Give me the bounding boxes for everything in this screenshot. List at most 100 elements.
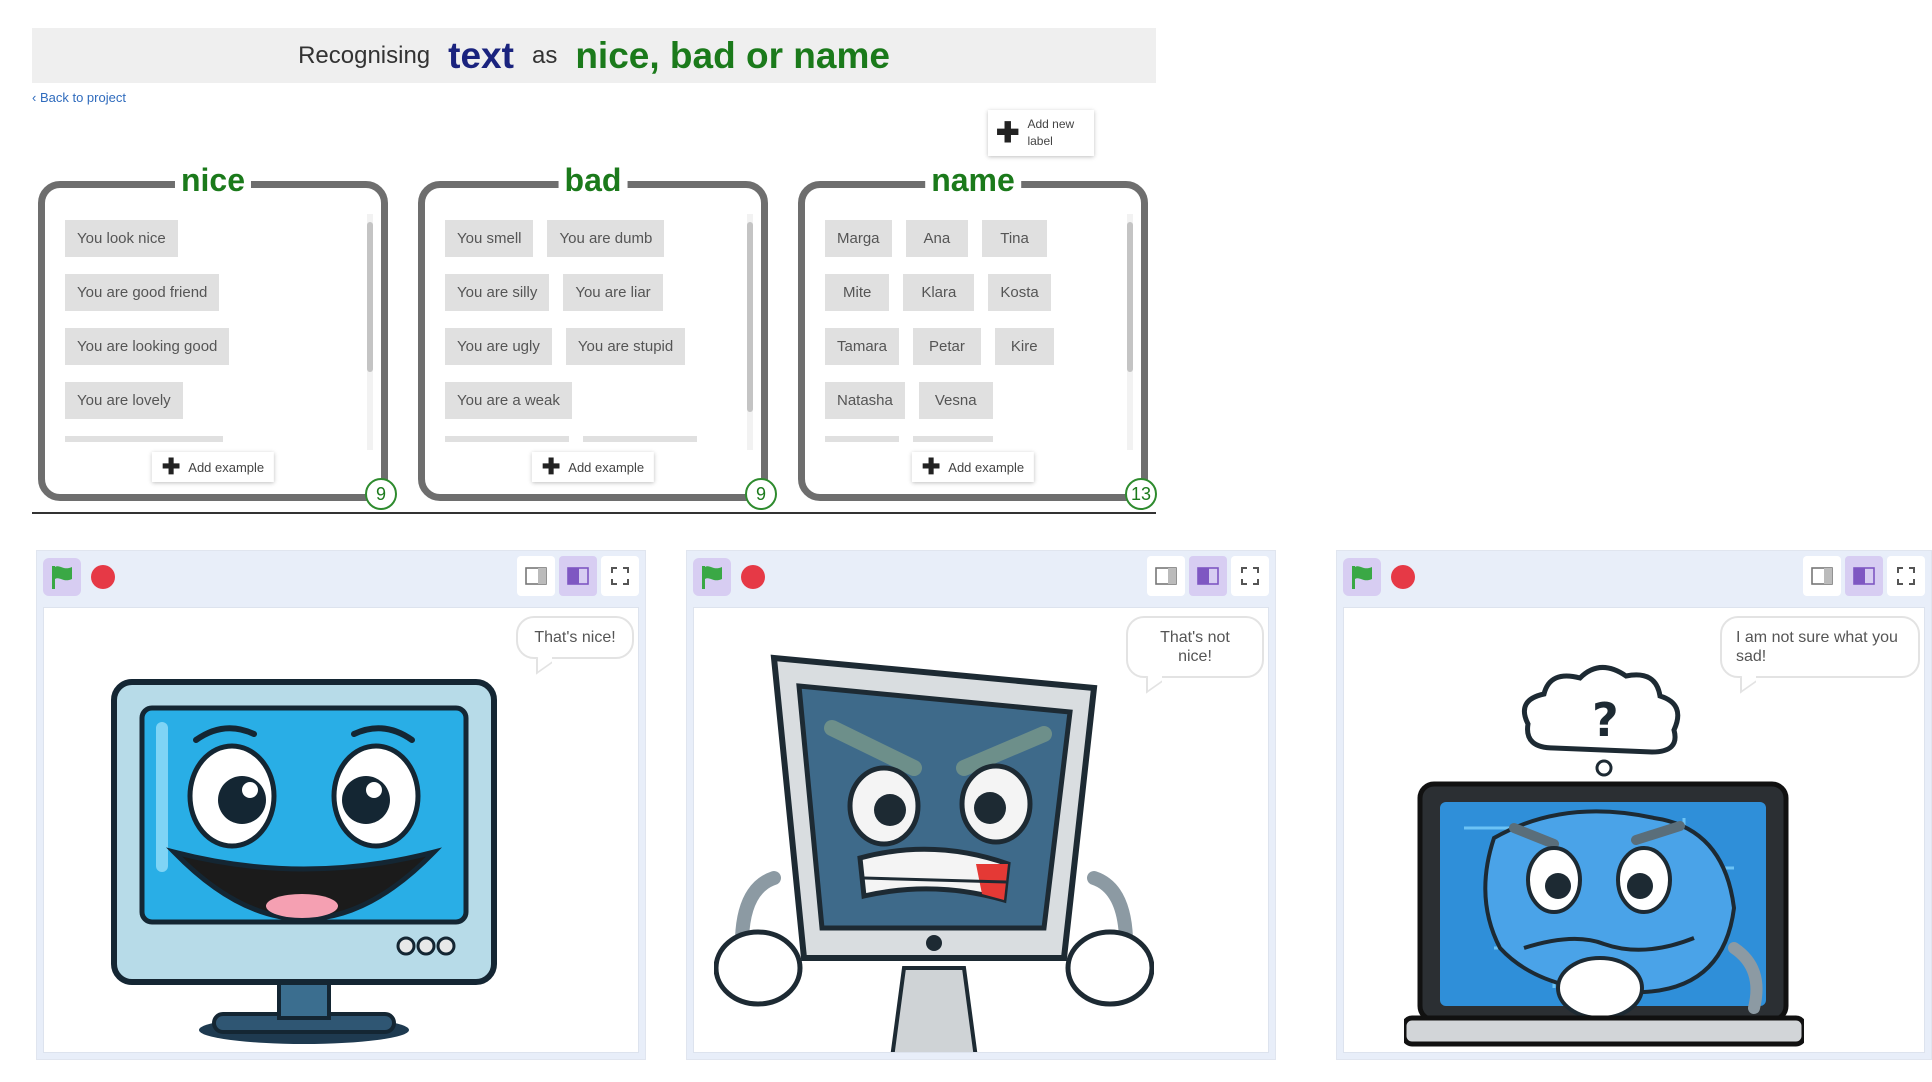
green-flag-button[interactable] xyxy=(1343,558,1381,596)
bucket-bad: bad You smell You are dumb You are silly… xyxy=(418,162,777,510)
add-new-label-button[interactable]: ✚ Add new label xyxy=(988,110,1094,156)
example-chip[interactable]: Ana xyxy=(905,220,969,257)
small-stage-button[interactable] xyxy=(1803,556,1841,596)
scrollbar[interactable] xyxy=(747,214,753,450)
title-data-type: text xyxy=(448,34,514,76)
example-chip[interactable]: Tina xyxy=(982,220,1047,257)
panel-divider xyxy=(32,512,1156,514)
bucket-name: name Marga Ana Tina Mite Klara Kosta Tam… xyxy=(798,162,1157,510)
example-count-badge: 9 xyxy=(365,478,397,510)
plus-icon: ✚ xyxy=(921,454,941,479)
example-chip[interactable]: You are lovely xyxy=(65,382,183,419)
scrollbar-thumb[interactable] xyxy=(367,222,373,372)
example-chip[interactable]: Kosta xyxy=(988,274,1051,311)
add-example-button[interactable]: ✚ Add example xyxy=(911,452,1035,482)
green-flag-button[interactable] xyxy=(693,558,731,596)
example-chip[interactable]: Natasha xyxy=(825,382,905,419)
normal-stage-icon xyxy=(567,567,589,585)
green-flag-button[interactable] xyxy=(43,558,81,596)
fullscreen-button[interactable] xyxy=(601,556,639,596)
bucket-title: name xyxy=(925,162,1021,199)
example-chip[interactable]: Mite xyxy=(825,274,890,311)
normal-stage-icon xyxy=(1853,567,1875,585)
normal-stage-icon xyxy=(1197,567,1219,585)
add-example-button[interactable]: ✚ Add example xyxy=(531,452,655,482)
fullscreen-icon xyxy=(1897,567,1915,585)
example-chip[interactable]: You are liar xyxy=(563,274,663,311)
stage-canvas[interactable]: I am not sure what you sad! ? xyxy=(1343,607,1925,1053)
example-chip[interactable]: You are dumb xyxy=(547,220,665,257)
example-chip[interactable]: Marga xyxy=(825,220,892,257)
speech-bubble: That's nice! xyxy=(516,616,634,660)
stop-button[interactable] xyxy=(1391,565,1415,589)
title-bar: Recognising text as nice, bad or name xyxy=(32,28,1156,83)
fullscreen-icon xyxy=(611,567,629,585)
happy-monitor-sprite xyxy=(111,679,497,1044)
example-chip[interactable]: You are looking good xyxy=(65,328,230,365)
example-chip[interactable]: You are ugly xyxy=(445,328,552,365)
fullscreen-icon xyxy=(1241,567,1259,585)
stop-button[interactable] xyxy=(91,565,115,589)
example-chip[interactable] xyxy=(445,436,569,442)
small-stage-button[interactable] xyxy=(1147,556,1185,596)
green-flag-icon xyxy=(1352,566,1372,589)
example-chip[interactable]: You are good friend xyxy=(65,274,220,311)
example-chip[interactable]: You look nice xyxy=(65,220,178,257)
add-example-text: Add example xyxy=(948,459,1025,475)
example-chip[interactable] xyxy=(825,436,899,442)
stage-size-controls xyxy=(1803,556,1925,596)
add-example-text: Add example xyxy=(568,459,645,475)
green-flag-icon xyxy=(702,566,722,589)
stop-button[interactable] xyxy=(741,565,765,589)
example-chip[interactable]: You are stupid xyxy=(565,328,686,365)
example-chip[interactable]: Klara xyxy=(903,274,975,311)
plus-icon: ✚ xyxy=(161,454,181,479)
small-stage-button[interactable] xyxy=(517,556,555,596)
add-example-button[interactable]: ✚ Add example xyxy=(151,452,275,482)
stage-size-controls xyxy=(1147,556,1269,596)
fullscreen-button[interactable] xyxy=(1887,556,1925,596)
plus-icon: ✚ xyxy=(541,454,561,479)
scrollbar-thumb[interactable] xyxy=(747,222,753,412)
example-chip[interactable]: Kire xyxy=(994,328,1054,365)
example-chip[interactable]: You are a weak xyxy=(445,382,572,419)
title-prefix: Recognising xyxy=(298,41,431,69)
example-count-badge: 9 xyxy=(745,478,777,510)
example-count-badge: 13 xyxy=(1125,478,1157,510)
green-flag-icon xyxy=(52,566,72,589)
example-chip[interactable]: You smell xyxy=(445,220,534,257)
bucket-nice: nice You look nice You are good friend Y… xyxy=(38,162,397,510)
scrollbar[interactable] xyxy=(367,214,373,450)
stage-confused: I am not sure what you sad! ? xyxy=(1336,550,1932,1060)
plus-icon: ✚ xyxy=(996,117,1020,148)
normal-stage-button[interactable] xyxy=(1845,556,1883,596)
scrollbar[interactable] xyxy=(1127,214,1133,450)
example-chip[interactable] xyxy=(65,436,223,442)
angry-monitor-sprite xyxy=(714,654,1154,1052)
stage-canvas[interactable]: That's nice! xyxy=(43,607,639,1053)
add-example-text: Add example xyxy=(188,459,265,475)
stage-canvas[interactable]: That's not nice! xyxy=(693,607,1269,1053)
example-chip[interactable] xyxy=(913,436,993,442)
scrollbar-thumb[interactable] xyxy=(1127,222,1133,372)
bucket-title: bad xyxy=(558,162,628,199)
example-chip[interactable]: You are silly xyxy=(445,274,550,311)
back-to-project-link[interactable]: ‹ Back to project xyxy=(32,90,126,105)
title-as-word: as xyxy=(531,41,558,69)
normal-stage-button[interactable] xyxy=(1189,556,1227,596)
example-list: You look nice You are good friend You ar… xyxy=(65,220,355,442)
stage-angry: That's not nice! xyxy=(686,550,1276,1060)
fullscreen-button[interactable] xyxy=(1231,556,1269,596)
training-panel: Recognising text as nice, bad or name ‹ … xyxy=(32,28,1157,514)
example-chip[interactable]: Petar xyxy=(913,328,981,365)
small-stage-icon xyxy=(525,567,547,585)
normal-stage-button[interactable] xyxy=(559,556,597,596)
example-chip[interactable] xyxy=(583,436,697,442)
example-list: Marga Ana Tina Mite Klara Kosta Tamara P… xyxy=(825,220,1115,442)
example-chip[interactable]: Vesna xyxy=(918,382,993,419)
example-list: You smell You are dumb You are silly You… xyxy=(445,220,735,442)
svg-text:?: ? xyxy=(1592,693,1619,747)
stage-happy: That's nice! xyxy=(36,550,646,1060)
confused-laptop-sprite: ? xyxy=(1404,665,1804,1047)
example-chip[interactable]: Tamara xyxy=(825,328,900,365)
